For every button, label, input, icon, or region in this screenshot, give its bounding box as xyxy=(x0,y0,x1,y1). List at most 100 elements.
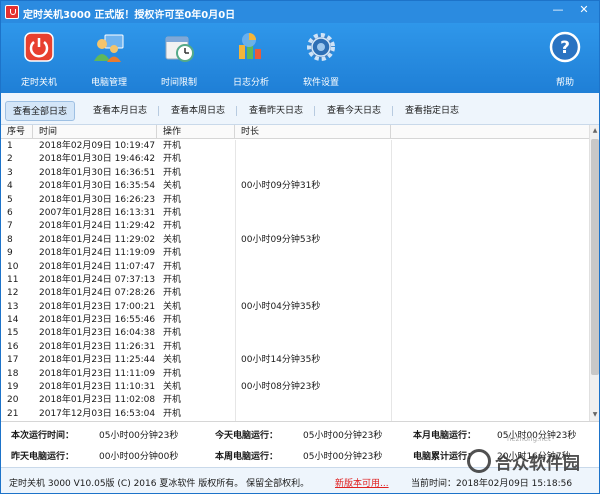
close-button[interactable]: ✕ xyxy=(575,2,593,18)
cell-index: 19 xyxy=(7,382,19,393)
table-row[interactable]: 19 2018年01月23日 11:10:31 关机 00小时08分钟23秒 xyxy=(1,381,589,394)
toolbar-time-limit-button[interactable]: 时间限制 xyxy=(147,23,211,93)
toolbar-settings-button[interactable]: 软件设置 xyxy=(289,23,353,93)
cell-action: 关机 xyxy=(163,234,182,245)
table-row[interactable]: 6 2007年01月28日 16:13:31 开机 xyxy=(1,207,589,220)
app-window: 定时关机3000 正式版！授权许可至0年0月0日 — ✕ 定时关机 电脑管理 时… xyxy=(0,0,600,494)
cell-time: 2017年12月03日 16:53:04 xyxy=(39,408,156,419)
cell-index: 8 xyxy=(7,234,13,245)
table-row[interactable]: 5 2018年01月30日 16:26:23 开机 xyxy=(1,194,589,207)
cell-time: 2018年01月24日 11:19:09 xyxy=(39,248,156,259)
minimize-button[interactable]: — xyxy=(549,2,567,18)
cell-action: 关机 xyxy=(163,181,182,192)
cell-index: 17 xyxy=(7,355,19,366)
cell-duration: 00小时09分钟31秒 xyxy=(241,181,321,192)
table-scrollbar[interactable]: ▲ ▼ xyxy=(589,125,599,421)
column-header-duration[interactable]: 时长 xyxy=(235,125,391,139)
table-row[interactable]: 1 2018年02月09日 10:19:47 开机 xyxy=(1,140,589,153)
tab-all-logs[interactable]: 查看全部日志 xyxy=(5,101,75,121)
column-header-time[interactable]: 时间 xyxy=(33,125,157,139)
tab-divider xyxy=(314,106,315,116)
table-row[interactable]: 18 2018年01月23日 11:11:09 开机 xyxy=(1,368,589,381)
toolbar-computer-manage-button[interactable]: 电脑管理 xyxy=(77,23,141,93)
column-header-index[interactable]: 序号 xyxy=(1,125,33,139)
title-bar[interactable]: 定时关机3000 正式版！授权许可至0年0月0日 — ✕ xyxy=(1,1,599,23)
table-row[interactable]: 7 2018年01月24日 11:29:42 开机 xyxy=(1,220,589,233)
table-body: 1 2018年02月09日 10:19:47 开机 2 2018年01月30日 19:4… xyxy=(1,140,589,421)
table-row[interactable]: 12 2018年01月24日 07:28:26 开机 xyxy=(1,287,589,300)
table-row[interactable]: 13 2018年01月23日 17:00:21 关机 00小时04分钟35秒 xyxy=(1,301,589,314)
cell-duration xyxy=(235,247,391,260)
cell-action: 开机 xyxy=(163,408,182,419)
stat-this-run-value: 05小时00分钟23秒 xyxy=(99,431,179,441)
tab-yesterday-logs[interactable]: 查看昨天日志 xyxy=(239,101,313,121)
table-row[interactable]: 8 2018年01月24日 11:29:02 关机 00小时09分钟53秒 xyxy=(1,234,589,247)
table-row[interactable]: 20 2018年01月23日 11:02:08 开机 xyxy=(1,394,589,407)
svg-text:?: ? xyxy=(560,38,570,58)
tab-today-logs[interactable]: 查看今天日志 xyxy=(317,101,391,121)
table-row[interactable]: 4 2018年01月30日 16:35:54 关机 00小时09分钟31秒 xyxy=(1,180,589,193)
cell-time: 2018年01月23日 16:04:38 xyxy=(39,328,156,339)
cell-duration xyxy=(235,261,391,274)
cell-time: 2018年01月23日 11:26:31 xyxy=(39,341,156,352)
toolbar-label: 软件设置 xyxy=(302,78,339,88)
cell-index: 6 xyxy=(7,207,13,218)
app-power-icon xyxy=(5,5,19,19)
table-row[interactable]: 21 2017年12月03日 16:53:04 开机 xyxy=(1,408,589,421)
table-row[interactable]: 16 2018年01月23日 11:26:31 开机 xyxy=(1,341,589,354)
cell-duration xyxy=(235,220,391,233)
stat-yesterday-value: 00小时00分钟00秒 xyxy=(99,452,179,462)
table-row[interactable]: 9 2018年01月24日 11:19:09 开机 xyxy=(1,247,589,260)
toolbar-label: 帮助 xyxy=(555,78,574,88)
tab-week-logs[interactable]: 查看本周日志 xyxy=(161,101,235,121)
table-row[interactable]: 17 2018年01月23日 11:25:44 关机 00小时14分钟35秒 xyxy=(1,354,589,367)
cell-duration xyxy=(235,140,391,153)
cell-action: 开机 xyxy=(163,328,182,339)
stat-week-value: 05小时00分钟23秒 xyxy=(303,452,383,462)
stat-this-run-label: 本次运行时间： xyxy=(11,431,75,441)
scroll-up-arrow-icon[interactable]: ▲ xyxy=(590,125,599,137)
table-row[interactable]: 2 2018年01月30日 19:46:42 开机 xyxy=(1,153,589,166)
tab-month-logs[interactable]: 查看本月日志 xyxy=(83,101,157,121)
table-row[interactable]: 11 2018年01月24日 07:37:13 开机 xyxy=(1,274,589,287)
table-row[interactable]: 14 2018年01月23日 16:55:46 开机 xyxy=(1,314,589,327)
cell-index: 16 xyxy=(7,341,19,352)
cell-index: 1 xyxy=(7,141,13,151)
cell-time: 2018年01月30日 19:46:42 xyxy=(39,154,156,165)
toolbar-label: 时间限制 xyxy=(160,78,197,88)
cell-duration xyxy=(235,394,391,407)
cell-duration: 00小时09分钟53秒 xyxy=(241,234,321,245)
new-version-link[interactable]: 新版本可用... xyxy=(335,476,389,489)
table-row[interactable]: 15 2018年01月23日 16:04:38 开机 xyxy=(1,327,589,340)
table-row[interactable]: 3 2018年01月30日 16:36:51 开机 xyxy=(1,167,589,180)
log-tabs: 查看全部日志 查看本月日志 查看本周日志 查看昨天日志 查看今天日志 查看指定日… xyxy=(1,93,599,125)
main-toolbar: 定时关机 电脑管理 时间限制 日志分析 软件设置 ? 帮助 xyxy=(1,23,599,93)
cell-index: 5 xyxy=(7,194,13,205)
column-header-action[interactable]: 操作 xyxy=(157,125,235,139)
watermark-site: hezhong.net xyxy=(507,435,551,443)
cell-action: 开机 xyxy=(163,341,182,352)
toolbar-shutdown-button[interactable]: 定时关机 xyxy=(7,23,71,93)
table-row[interactable]: 10 2018年01月24日 11:07:47 开机 xyxy=(1,261,589,274)
tab-divider xyxy=(158,106,159,116)
cell-index: 9 xyxy=(7,248,13,259)
cell-index: 12 xyxy=(7,288,19,299)
cell-action: 开机 xyxy=(163,368,182,379)
cell-action: 开机 xyxy=(163,194,182,205)
scroll-thumb[interactable] xyxy=(591,139,599,375)
cell-duration xyxy=(235,368,391,381)
cell-action: 开机 xyxy=(163,207,182,218)
cell-action: 开机 xyxy=(163,395,182,406)
cell-action: 开机 xyxy=(163,167,182,178)
cell-duration: 00小时08分钟23秒 xyxy=(241,382,321,393)
toolbar-log-analysis-button[interactable]: 日志分析 xyxy=(219,23,283,93)
cell-index: 15 xyxy=(7,328,19,339)
stat-today-label: 今天电脑运行： xyxy=(215,431,279,441)
toolbar-help-button[interactable]: ? 帮助 xyxy=(533,23,597,93)
cell-duration xyxy=(235,287,391,300)
cell-index: 4 xyxy=(7,181,13,192)
scroll-down-arrow-icon[interactable]: ▼ xyxy=(590,409,599,421)
cell-duration xyxy=(235,314,391,327)
tab-custom-logs[interactable]: 查看指定日志 xyxy=(395,101,469,121)
cell-time: 2018年01月24日 11:07:47 xyxy=(39,261,156,272)
